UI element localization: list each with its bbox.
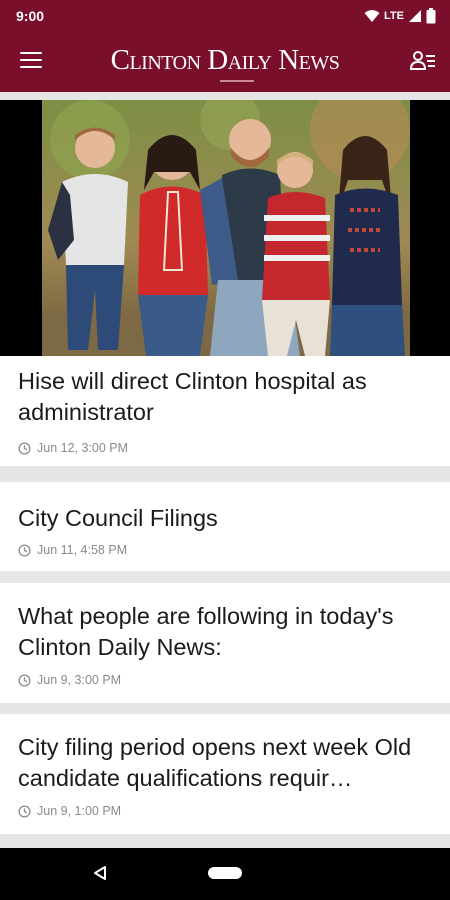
article-feed[interactable]: Hise will direct Clinton hospital as adm… <box>0 92 450 848</box>
clock-icon <box>18 441 31 455</box>
wifi-icon <box>364 10 380 22</box>
clock-icon <box>18 543 31 557</box>
article-timestamp: Jun 12, 3:00 PM <box>18 441 128 455</box>
account-button[interactable] <box>409 49 436 73</box>
article-timestamp: Jun 9, 1:00 PM <box>18 804 121 818</box>
back-button[interactable] <box>93 865 107 886</box>
article-headline[interactable]: Hise will direct Clinton hospital as adm… <box>18 366 432 428</box>
family-photo-illustration <box>0 100 450 356</box>
back-icon <box>94 866 106 880</box>
home-pill-icon[interactable] <box>208 867 242 879</box>
article-timestamp: Jun 11, 4:58 PM <box>18 543 127 557</box>
app-title: Clinton Daily News <box>110 44 340 76</box>
article-card[interactable]: City Council Filings Jun 11, 4:58 PM <box>0 482 450 571</box>
article-date: Jun 12, 3:00 PM <box>37 441 129 455</box>
battery-icon <box>426 8 436 24</box>
article-headline[interactable]: City Council Filings <box>18 503 432 534</box>
article-card-featured[interactable]: Hise will direct Clinton hospital as adm… <box>0 100 450 466</box>
status-bar: 9:00 LTE <box>0 0 450 32</box>
clock-icon <box>18 804 31 818</box>
article-headline[interactable]: What people are following in today's Cli… <box>18 601 432 663</box>
status-time: 9:00 <box>16 8 45 24</box>
article-date: Jun 11, 4:58 PM <box>37 543 128 557</box>
article-card[interactable]: What people are following in today's Cli… <box>0 583 450 703</box>
article-date: Jun 9, 3:00 PM <box>37 673 122 687</box>
network-type: LTE <box>384 10 404 22</box>
article-date: Jun 9, 1:00 PM <box>37 804 122 818</box>
article-timestamp: Jun 9, 3:00 PM <box>18 673 121 687</box>
account-list-icon <box>409 51 435 70</box>
article-card[interactable]: City filing period opens next week Old c… <box>0 714 450 834</box>
signal-icon <box>409 10 421 22</box>
system-nav-bar <box>0 848 450 900</box>
app-bar: Clinton Daily News <box>0 32 450 92</box>
clock-icon <box>18 673 31 687</box>
article-headline[interactable]: City filing period opens next week Old c… <box>18 732 432 794</box>
article-photo[interactable] <box>0 100 450 356</box>
title-divider <box>220 80 254 82</box>
status-icons: LTE <box>364 7 436 25</box>
